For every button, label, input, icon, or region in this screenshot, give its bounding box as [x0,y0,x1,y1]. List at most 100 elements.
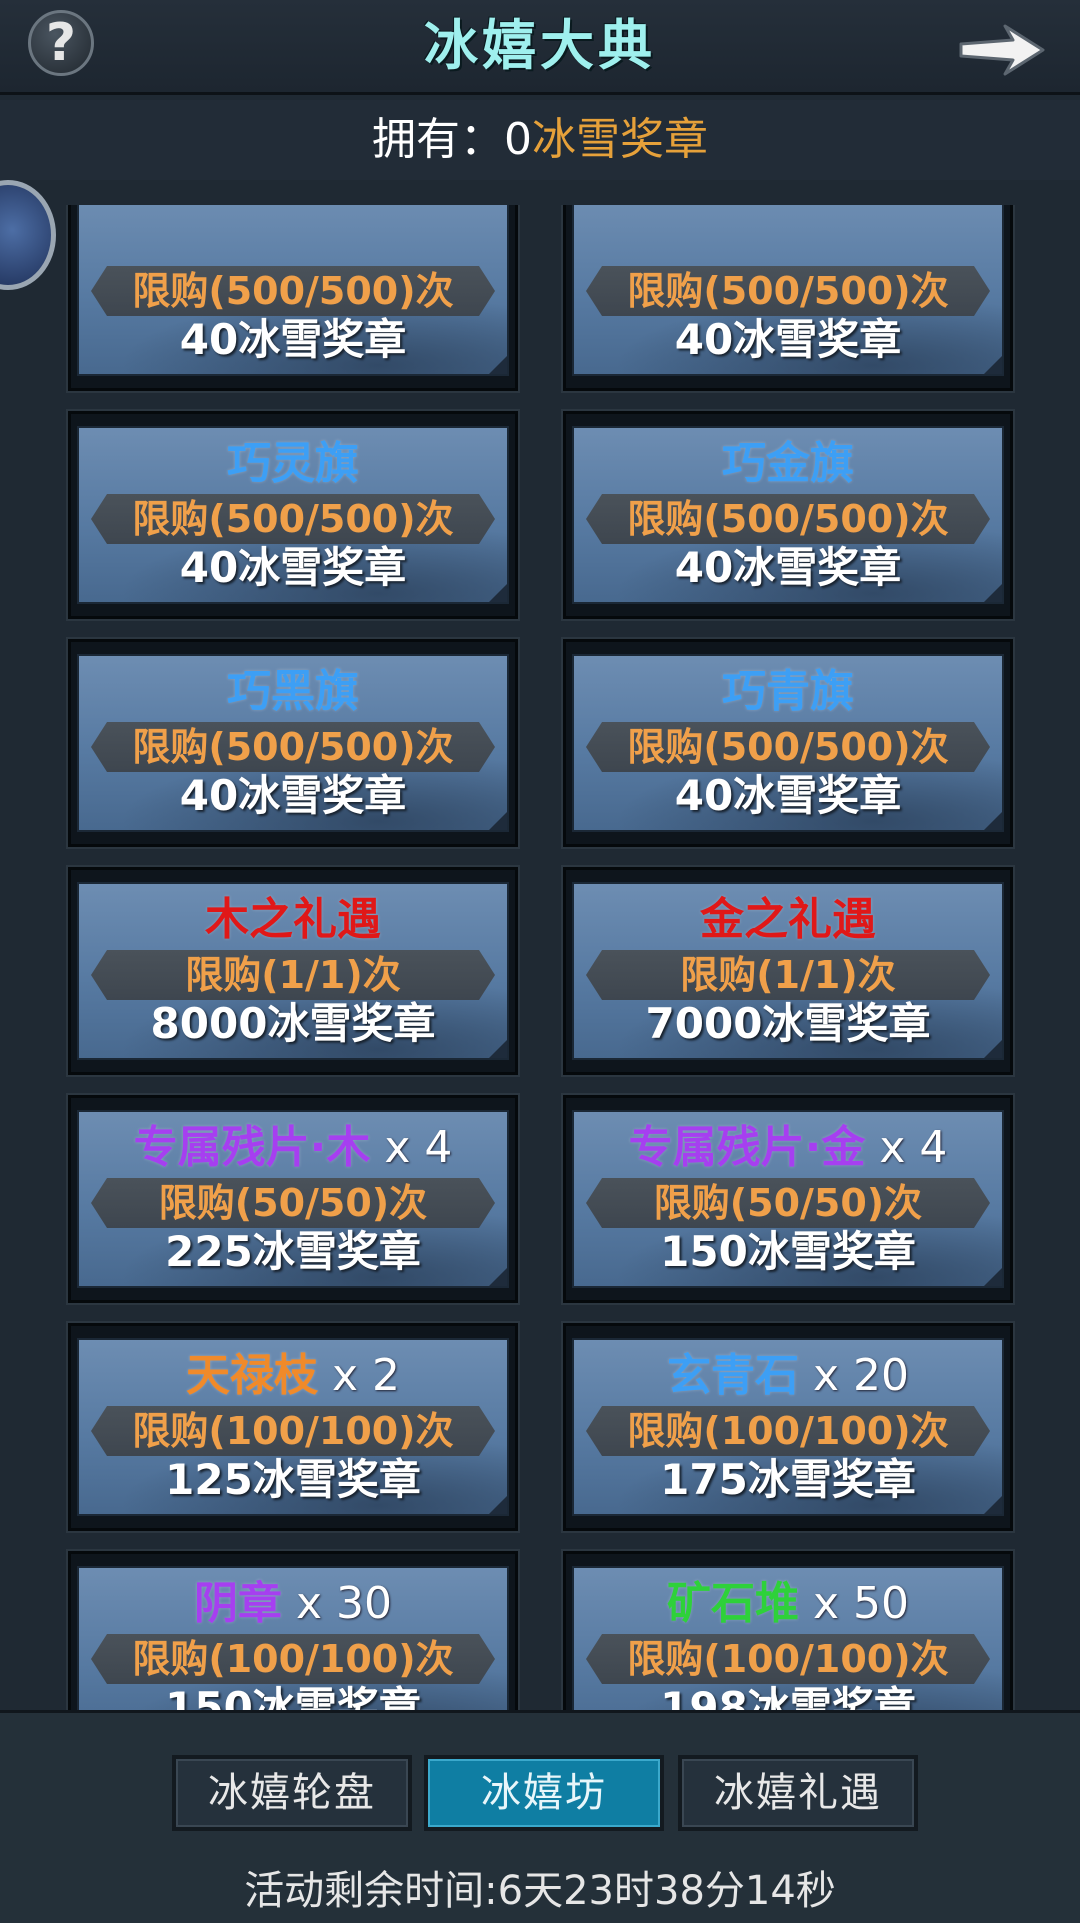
item-name-text: 木之礼遇 [205,894,381,945]
item-price: 150冰雪奖章 [660,1227,916,1276]
page-title: 冰嬉大典 [424,14,656,77]
currency-owned: 拥有：0冰雪奖章 [0,100,1080,180]
shop-item-card[interactable]: 阴章 x 30 限购(100/100)次 150冰雪奖章 [68,1551,518,1710]
card-corner [489,356,507,374]
tab-wheel[interactable]: 冰嬉轮盘 [172,1755,412,1831]
tab-shop[interactable]: 冰嬉坊 [424,1755,664,1831]
item-name: 金之礼遇 [574,892,1002,948]
item-name-text: 矿石堆 [667,1578,799,1629]
purchase-limit: 限购(50/50)次 [158,1181,428,1225]
purchase-limit: 限购(1/1)次 [185,953,401,997]
item-name-text: 金之礼遇 [700,894,876,945]
item-quantity: x 2 [317,1350,400,1401]
item-name: 矿石堆 x 50 [574,1576,1002,1632]
shop-item-panel: 专属残片·木 x 4 限购(50/50)次 225冰雪奖章 [77,1110,509,1288]
card-corner [984,1268,1002,1286]
shop-item-card[interactable]: 限购(500/500)次 40冰雪奖章 [68,205,518,391]
shop-item-card[interactable]: 限购(500/500)次 40冰雪奖章 [563,205,1013,391]
purchase-limit: 限购(500/500)次 [132,497,454,541]
purchase-limit: 限购(500/500)次 [132,269,454,313]
shop-item-card[interactable]: 专属残片·木 x 4 限购(50/50)次 225冰雪奖章 [68,1095,518,1303]
tab-rewards[interactable]: 冰嬉礼遇 [678,1755,918,1831]
item-name-text: 专属残片·木 [133,1122,371,1173]
item-price: 198冰雪奖章 [660,1683,916,1710]
shop-item-card[interactable]: 天禄枝 x 2 限购(100/100)次 125冰雪奖章 [68,1323,518,1531]
item-name: 专属残片·金 x 4 [574,1120,1002,1176]
shop-item-card[interactable]: 金之礼遇限购(1/1)次 7000冰雪奖章 [563,867,1013,1075]
card-corner [489,1496,507,1514]
purchase-limit: 限购(100/100)次 [627,1409,949,1453]
purchase-limit: 限购(500/500)次 [627,269,949,313]
item-name-text: 天禄枝 [185,1350,318,1401]
card-corner [489,584,507,602]
purchase-limit: 限购(500/500)次 [132,725,454,769]
shop-item-panel: 玄青石 x 20 限购(100/100)次 175冰雪奖章 [572,1338,1004,1516]
item-price: 40冰雪奖章 [179,543,407,592]
item-price: 225冰雪奖章 [165,1227,421,1276]
shop-item-card[interactable]: 巧金旗限购(500/500)次 40冰雪奖章 [563,411,1013,619]
card-corner [984,1040,1002,1058]
card-corner [984,584,1002,602]
owned-unit: 冰雪奖章 [532,114,708,165]
shop-item-card[interactable]: 巧黑旗限购(500/500)次 40冰雪奖章 [68,639,518,847]
shop-item-panel: 限购(500/500)次 40冰雪奖章 [572,205,1004,376]
item-price: 40冰雪奖章 [674,543,902,592]
item-price: 175冰雪奖章 [660,1455,916,1504]
shop-item-card[interactable]: 木之礼遇限购(1/1)次 8000冰雪奖章 [68,867,518,1075]
purchase-limit: 限购(100/100)次 [627,1637,949,1681]
shop-item-panel: 木之礼遇限购(1/1)次 8000冰雪奖章 [77,882,509,1060]
item-price: 40冰雪奖章 [179,771,407,820]
item-name: 巧灵旗 [79,436,507,492]
item-price: 40冰雪奖章 [179,315,407,364]
owned-value: 0 [504,114,532,165]
shop-item-panel: 巧黑旗限购(500/500)次 40冰雪奖章 [77,654,509,832]
owned-label: 拥有： [372,114,504,165]
item-price: 125冰雪奖章 [165,1455,421,1504]
shop-item-panel: 巧青旗 限购(500/500)次 40冰雪奖章 [572,654,1004,832]
shop-item-card[interactable]: 巧灵旗限购(500/500)次 40冰雪奖章 [68,411,518,619]
item-quantity: x 50 [799,1578,909,1629]
purchase-limit: 限购(500/500)次 [627,497,949,541]
item-quantity: x 4 [370,1122,453,1173]
item-name-text: 巧金旗 [722,438,854,489]
event-timer: 活动剩余时间:6天23时38分14秒 [244,1868,836,1914]
item-price: 150冰雪奖章 [165,1683,421,1710]
shop-item-panel: 阴章 x 30 限购(100/100)次 150冰雪奖章 [77,1566,509,1710]
shop-item-card[interactable]: 矿石堆 x 50 限购(100/100)次 198冰雪奖章 [563,1551,1013,1710]
header-bar: ? 冰嬉大典 [0,0,1080,95]
card-corner [489,1040,507,1058]
card-corner [984,356,1002,374]
shop-item-panel: 巧金旗限购(500/500)次 40冰雪奖章 [572,426,1004,604]
purchase-limit: 限购(50/50)次 [653,1181,923,1225]
item-name: 阴章 x 30 [79,1576,507,1632]
shop-item-panel: 专属残片·金 x 4 限购(50/50)次 150冰雪奖章 [572,1110,1004,1288]
shop-item-card[interactable]: 巧青旗 限购(500/500)次 40冰雪奖章 [563,639,1013,847]
item-name: 专属残片·木 x 4 [79,1120,507,1176]
item-name: 玄青石 x 20 [574,1348,1002,1404]
item-name: 巧黑旗 [79,664,507,720]
shop-item-panel: 金之礼遇限购(1/1)次 7000冰雪奖章 [572,882,1004,1060]
item-name-text: 专属残片·金 [628,1122,866,1173]
item-price: 7000冰雪奖章 [645,999,931,1048]
item-name-text: 巧灵旗 [227,438,359,489]
shop-item-panel: 限购(500/500)次 40冰雪奖章 [77,205,509,376]
item-name: 巧青旗 [574,664,1002,720]
shop-item-panel: 矿石堆 x 50 限购(100/100)次 198冰雪奖章 [572,1566,1004,1710]
arrow-right-icon[interactable] [955,18,1049,82]
item-quantity: x 20 [799,1350,909,1401]
shop-item-card[interactable]: 专属残片·金 x 4 限购(50/50)次 150冰雪奖章 [563,1095,1013,1303]
purchase-limit: 限购(100/100)次 [132,1637,454,1681]
card-corner [489,812,507,830]
shop-list[interactable]: 限购(500/500)次 40冰雪奖章 限购(500/500)次 40冰雪奖章 巧灵旗限… [0,205,1080,1710]
item-name-text: 阴章 [194,1578,282,1629]
item-name: 木之礼遇 [79,892,507,948]
item-price: 40冰雪奖章 [674,315,902,364]
purchase-limit: 限购(100/100)次 [132,1409,454,1453]
shop-item-card[interactable]: 玄青石 x 20 限购(100/100)次 175冰雪奖章 [563,1323,1013,1531]
card-corner [984,812,1002,830]
item-quantity: x 30 [282,1578,392,1629]
purchase-limit: 限购(1/1)次 [680,953,896,997]
item-price: 8000冰雪奖章 [150,999,436,1048]
item-price: 40冰雪奖章 [674,771,902,820]
item-name-text: 玄青石 [667,1350,799,1401]
